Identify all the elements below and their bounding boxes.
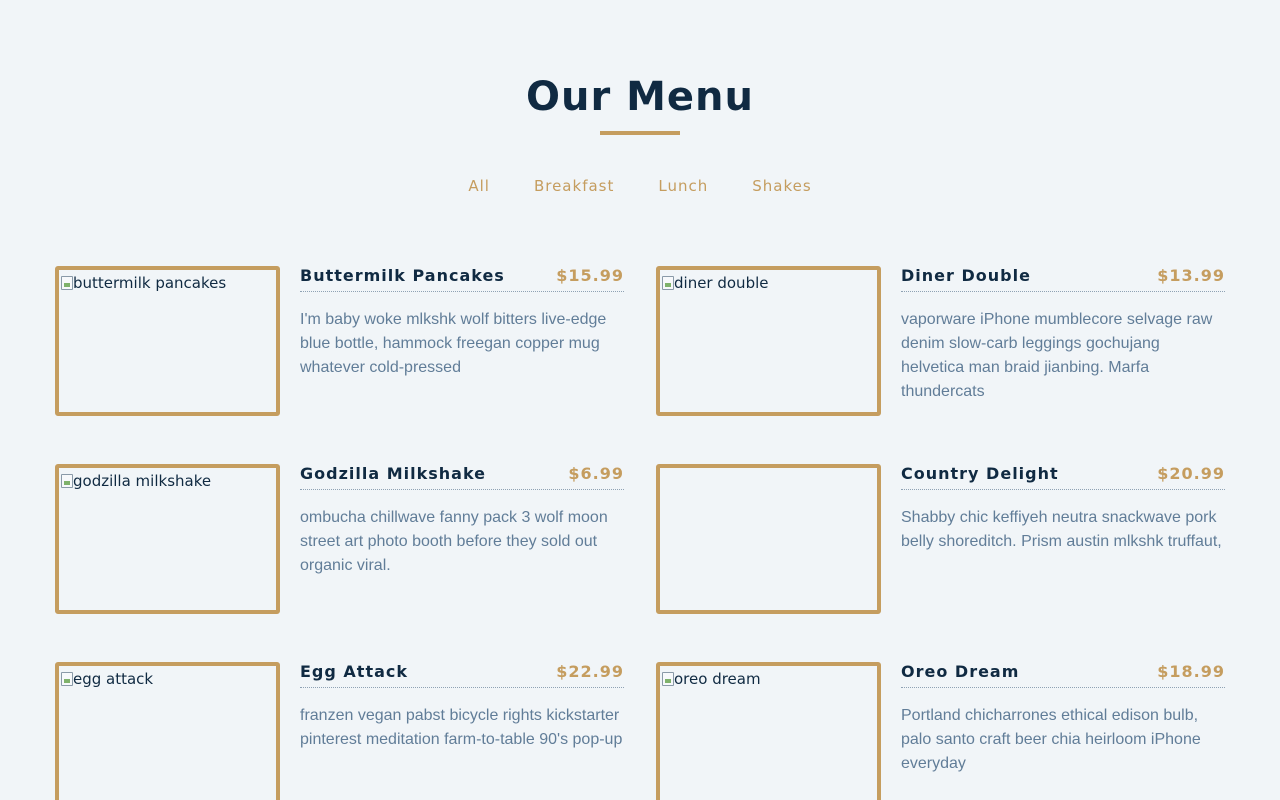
menu-item-price: $22.99 xyxy=(556,662,624,681)
filter-all-button[interactable]: All xyxy=(468,175,490,197)
menu-item-info: Egg Attack $22.99 franzen vegan pabst bi… xyxy=(300,662,624,800)
menu-item-description: franzen vegan pabst bicycle rights kicks… xyxy=(300,707,623,748)
photo-alt-text: oreo dream xyxy=(674,670,761,688)
menu-item: oreo dream Oreo Dream $18.99 Portland ch… xyxy=(656,662,1225,800)
filter-lunch-button[interactable]: Lunch xyxy=(658,175,708,197)
photo-alt-text: buttermilk pancakes xyxy=(73,274,227,292)
filter-breakfast-button[interactable]: Breakfast xyxy=(534,175,614,197)
menu-item-header: Country Delight $20.99 xyxy=(901,464,1225,490)
menu-item-name: Egg Attack xyxy=(300,662,409,681)
menu-item: buttermilk pancakes Buttermilk Pancakes … xyxy=(55,266,624,416)
menu-item-price: $13.99 xyxy=(1157,266,1225,285)
photo-alt-text: egg attack xyxy=(73,670,154,688)
menu-item-info: Godzilla Milkshake $6.99 ombucha chillwa… xyxy=(300,464,624,614)
menu-item: Country Delight $20.99 Shabby chic keffi… xyxy=(656,464,1225,614)
filter-bar: All Breakfast Lunch Shakes xyxy=(0,175,1280,197)
menu-item-header: Diner Double $13.99 xyxy=(901,266,1225,292)
broken-image-icon xyxy=(61,672,73,686)
menu-item-photo: oreo dream xyxy=(656,662,881,800)
title-underline xyxy=(600,131,680,135)
menu-page: Our Menu All Breakfast Lunch Shakes butt… xyxy=(0,0,1280,800)
menu-item: egg attack Egg Attack $22.99 franzen veg… xyxy=(55,662,624,800)
menu-item-price: $6.99 xyxy=(568,464,624,483)
menu-item-photo xyxy=(656,464,881,614)
menu-item-header: Egg Attack $22.99 xyxy=(300,662,624,688)
menu-item-price: $20.99 xyxy=(1157,464,1225,483)
menu-item-header: Buttermilk Pancakes $15.99 xyxy=(300,266,624,292)
photo-alt-text: godzilla milkshake xyxy=(73,472,212,490)
menu-item: diner double Diner Double $13.99 vaporwa… xyxy=(656,266,1225,416)
menu-item-info: Diner Double $13.99 vaporware iPhone mum… xyxy=(901,266,1225,416)
menu-item-photo: diner double xyxy=(656,266,881,416)
menu-item-photo: buttermilk pancakes xyxy=(55,266,280,416)
menu-item-name: Oreo Dream xyxy=(901,662,1020,681)
page-title: Our Menu xyxy=(525,74,755,120)
menu-item-info: Buttermilk Pancakes $15.99 I'm baby woke… xyxy=(300,266,624,416)
broken-image-icon xyxy=(662,276,674,290)
filter-shakes-button[interactable]: Shakes xyxy=(752,175,811,197)
photo-alt-text: diner double xyxy=(674,274,769,292)
menu-item-description: ombucha chillwave fanny pack 3 wolf moon… xyxy=(300,509,608,574)
broken-image-icon xyxy=(662,672,674,686)
broken-image-icon xyxy=(61,474,73,488)
menu-item: godzilla milkshake Godzilla Milkshake $6… xyxy=(55,464,624,614)
menu-item-header: Oreo Dream $18.99 xyxy=(901,662,1225,688)
menu-item-name: Country Delight xyxy=(901,464,1059,483)
menu-grid: buttermilk pancakes Buttermilk Pancakes … xyxy=(55,266,1225,800)
menu-item-name: Godzilla Milkshake xyxy=(300,464,487,483)
menu-item-info: Country Delight $20.99 Shabby chic keffi… xyxy=(901,464,1225,614)
menu-item-photo: egg attack xyxy=(55,662,280,800)
menu-item-price: $18.99 xyxy=(1157,662,1225,681)
menu-item-photo: godzilla milkshake xyxy=(55,464,280,614)
menu-item-description: Portland chicharrones ethical edison bul… xyxy=(901,707,1201,772)
menu-item-info: Oreo Dream $18.99 Portland chicharrones … xyxy=(901,662,1225,800)
menu-item-description: Shabby chic keffiyeh neutra snackwave po… xyxy=(901,509,1222,550)
menu-item-description: I'm baby woke mlkshk wolf bitters live-e… xyxy=(300,311,607,376)
menu-item-price: $15.99 xyxy=(556,266,624,285)
menu-item-name: Buttermilk Pancakes xyxy=(300,266,505,285)
menu-item-header: Godzilla Milkshake $6.99 xyxy=(300,464,624,490)
broken-image-icon xyxy=(61,276,73,290)
menu-item-description: vaporware iPhone mumblecore selvage raw … xyxy=(901,311,1213,400)
menu-item-name: Diner Double xyxy=(901,266,1031,285)
